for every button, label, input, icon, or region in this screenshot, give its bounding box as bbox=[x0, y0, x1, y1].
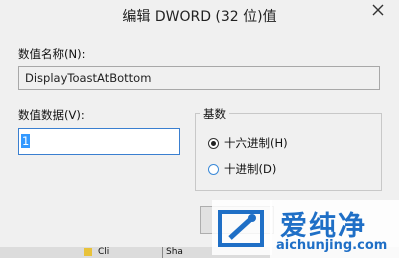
watermark-url: aichunjing.com bbox=[276, 238, 388, 253]
radio-hex-label: 十六进制(H) bbox=[224, 136, 288, 150]
watermark: 爱纯净 aichunjing.com bbox=[212, 200, 399, 258]
watermark-logo-icon bbox=[212, 200, 272, 255]
radio-checked-icon[interactable] bbox=[208, 137, 219, 149]
radio-hexadecimal[interactable]: 十六进制(H) bbox=[208, 135, 288, 151]
base-groupbox bbox=[195, 113, 382, 191]
value-data-label: 数值数据(V): bbox=[18, 108, 85, 122]
edit-dword-dialog: 编辑 DWORD (32 位)值 数值名称(N): DisplayToastAt… bbox=[0, 0, 399, 258]
value-data-text: 1 bbox=[21, 134, 31, 148]
base-group-title: 基数 bbox=[200, 106, 229, 122]
taskbar-item-label: Cli bbox=[98, 247, 110, 257]
radio-dec-label: 十进制(D) bbox=[224, 162, 277, 176]
radio-unchecked-icon[interactable] bbox=[208, 163, 219, 175]
taskbar-item-label: Sha bbox=[166, 247, 183, 257]
taskbar-item[interactable]: Cli bbox=[84, 247, 154, 258]
taskbar-item[interactable]: Sha bbox=[162, 247, 196, 258]
radio-decimal[interactable]: 十进制(D) bbox=[208, 161, 276, 177]
folder-icon bbox=[84, 247, 92, 256]
close-icon bbox=[372, 4, 384, 16]
dialog-title: 编辑 DWORD (32 位)值 bbox=[122, 9, 277, 25]
title-bar[interactable]: 编辑 DWORD (32 位)值 bbox=[0, 0, 399, 33]
value-name-label: 数值名称(N): bbox=[18, 47, 86, 61]
value-data-input[interactable]: 1 bbox=[18, 128, 180, 155]
close-button[interactable] bbox=[365, 0, 391, 20]
value-name-field: DisplayToastAtBottom bbox=[18, 66, 380, 90]
